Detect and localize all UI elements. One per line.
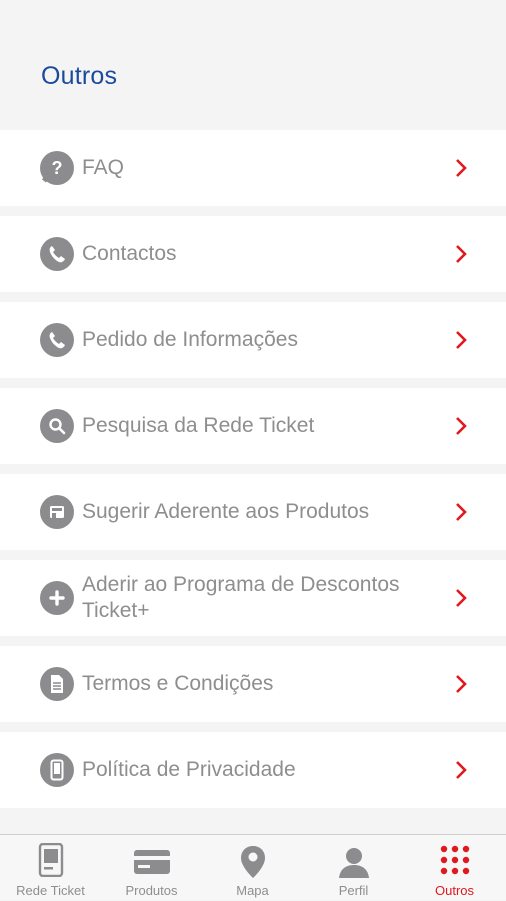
tab-outros[interactable]: Outros xyxy=(404,835,505,901)
tab-rede-ticket[interactable]: Rede Ticket xyxy=(0,835,101,901)
card-icon xyxy=(133,850,170,874)
store-icon xyxy=(40,495,74,529)
question-bubble-icon: ? xyxy=(40,151,74,185)
chevron-right-icon xyxy=(456,675,467,693)
tab-bar: Rede Ticket Produtos Mapa Perfil Outros xyxy=(0,834,506,900)
tab-label: Mapa xyxy=(236,883,269,898)
page-title: Outros xyxy=(41,62,118,90)
phone-icon xyxy=(40,237,74,271)
menu-item-faq[interactable]: ? FAQ xyxy=(0,130,506,206)
svg-text:?: ? xyxy=(52,158,63,178)
map-pin-icon xyxy=(240,846,265,878)
chevron-right-icon xyxy=(456,503,467,521)
menu-item-pesquisa-rede[interactable]: Pesquisa da Rede Ticket xyxy=(0,388,506,464)
tab-label: Outros xyxy=(434,883,474,898)
mobile-icon xyxy=(40,753,74,787)
chevron-right-icon xyxy=(456,331,467,349)
grid-dots-icon xyxy=(440,845,469,875)
menu-item-label: Aderir ao Programa de Descontos Ticket+ xyxy=(82,573,400,622)
tab-label: Rede Ticket xyxy=(16,883,85,898)
tab-produtos[interactable]: Produtos xyxy=(101,835,202,901)
tab-label: Produtos xyxy=(125,883,178,898)
user-icon xyxy=(338,848,369,878)
search-icon xyxy=(40,409,74,443)
chevron-right-icon xyxy=(456,159,467,177)
menu-item-termos[interactable]: Termos e Condições xyxy=(0,646,506,722)
chevron-right-icon xyxy=(456,589,467,607)
menu-item-pedido-informacoes[interactable]: Pedido de Informações xyxy=(0,302,506,378)
menu-item-label: Termos e Condições xyxy=(82,672,274,695)
menu-item-label: Contactos xyxy=(82,242,177,265)
menu-item-aderir-programa[interactable]: Aderir ao Programa de Descontos Ticket+ xyxy=(0,560,506,636)
plus-icon xyxy=(40,581,74,615)
chevron-right-icon xyxy=(456,245,467,263)
chevron-right-icon xyxy=(456,761,467,779)
header: Outros xyxy=(0,0,506,128)
menu-item-sugerir-aderente[interactable]: Sugerir Aderente aos Produtos xyxy=(0,474,506,550)
menu-item-label: Pesquisa da Rede Ticket xyxy=(82,414,315,437)
chevron-right-icon xyxy=(456,417,467,435)
tab-label: Perfil xyxy=(338,883,369,898)
menu-item-label: Pedido de Informações xyxy=(82,328,298,351)
menu-item-politica-privacidade[interactable]: Política de Privacidade xyxy=(0,732,506,808)
document-icon xyxy=(40,667,74,701)
menu-item-label: Política de Privacidade xyxy=(82,758,296,781)
device-icon xyxy=(38,843,63,877)
menu-item-label: Sugerir Aderente aos Produtos xyxy=(82,500,370,523)
menu-item-label: FAQ xyxy=(82,156,125,179)
phone-icon xyxy=(40,323,74,357)
tab-mapa[interactable]: Mapa xyxy=(202,835,303,901)
tab-perfil[interactable]: Perfil xyxy=(303,835,404,901)
menu-item-contactos[interactable]: Contactos xyxy=(0,216,506,292)
